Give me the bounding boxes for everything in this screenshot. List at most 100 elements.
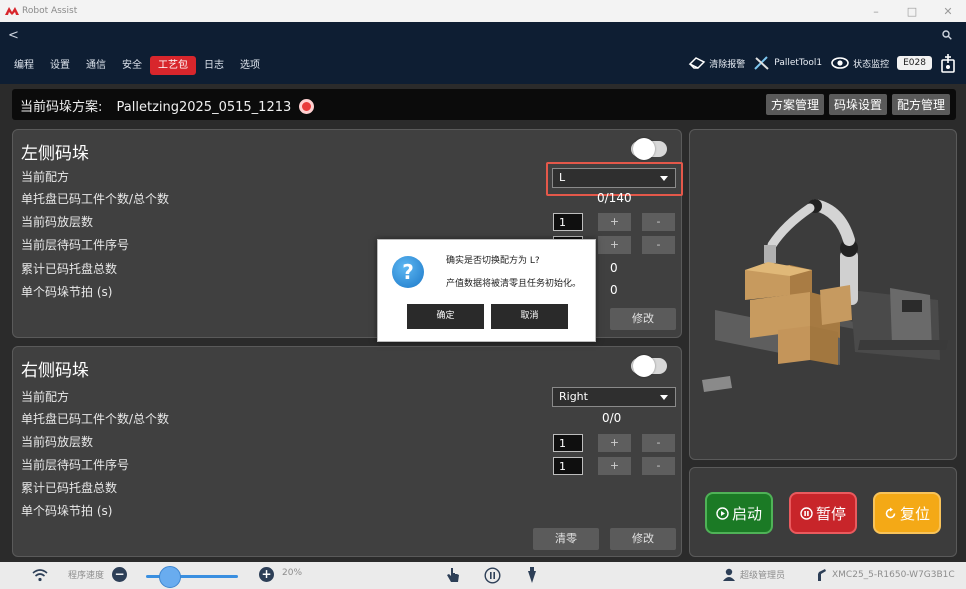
palletizing-settings-button[interactable]: 码垛设置	[828, 94, 887, 115]
right-modify-button[interactable]: 修改	[610, 528, 676, 550]
right-layer-input[interactable]: 1	[553, 434, 583, 452]
close-button[interactable]: ✕	[930, 0, 966, 22]
menu-item-programming[interactable]: 编程	[6, 56, 42, 75]
left-layer-input[interactable]: 1	[553, 213, 583, 231]
left-layer-minus-button[interactable]: -	[642, 213, 675, 231]
pause-label: 暂停	[815, 504, 846, 523]
speed-slider-handle[interactable]	[159, 566, 181, 588]
play-icon	[716, 506, 729, 520]
left-sequence-plus-button[interactable]: +	[598, 236, 631, 254]
nav-right-tools: 清除报警 PalletTool1 状态监控 E028	[688, 53, 956, 73]
current-scheme-label: 当前码垛方案:	[20, 100, 103, 115]
main-nav-bar: < 编程 设置 通信 安全 工艺包 日志 选项 清除报警 PalletTool1…	[0, 22, 966, 84]
switch-recipe-dialog: ? 确实是否切换配方为 L? 产值数据将被清零且任务初始化。 确定 取消	[377, 239, 596, 342]
hand-pointer-icon[interactable]	[446, 567, 460, 584]
right-layer-minus-button[interactable]: -	[642, 434, 675, 452]
back-button[interactable]: <	[8, 28, 19, 43]
title-bar: Robot Assist – □ ✕	[0, 0, 966, 22]
pause-icon	[800, 506, 813, 520]
dialog-cancel-button[interactable]: 取消	[491, 304, 568, 329]
menu-item-options[interactable]: 选项	[232, 56, 268, 75]
tool-label: PalletTool1	[774, 58, 823, 68]
right-recipe-select[interactable]: Right	[552, 387, 676, 407]
left-row-label-total: 累计已码托盘总数	[21, 262, 118, 276]
main-menu: 编程 设置 通信 安全 工艺包 日志 选项	[6, 56, 268, 75]
wifi-icon[interactable]	[32, 568, 48, 582]
status-monitor-label: 状态监控	[853, 59, 890, 70]
user-name: 超级管理员	[740, 571, 786, 581]
app-logo-icon	[5, 7, 19, 15]
right-enable-toggle[interactable]	[631, 355, 667, 377]
right-clear-button[interactable]: 清零	[533, 528, 599, 550]
reset-button[interactable]: 复位	[873, 492, 941, 534]
chevron-down-icon	[660, 176, 668, 181]
reset-icon	[885, 507, 896, 518]
current-scheme-name: Palletzing2025_0515_1213	[116, 100, 292, 115]
maximize-button[interactable]: □	[894, 0, 930, 22]
right-sequence-plus-button[interactable]: +	[598, 457, 631, 475]
current-scheme-bar: 当前码垛方案: Palletzing2025_0515_1213 方案管理 码垛…	[12, 89, 956, 120]
recipe-manage-button[interactable]: 配方管理	[891, 94, 950, 115]
plus-icon: +	[259, 567, 274, 582]
minimize-button[interactable]: –	[858, 0, 894, 22]
clear-alarm-icon	[689, 57, 706, 69]
speed-decrease-button[interactable]: −	[112, 567, 127, 582]
left-count-value: 0/140	[597, 191, 632, 205]
search-icon[interactable]	[942, 30, 952, 40]
right-panel-title: 右侧码垛	[21, 361, 89, 381]
right-row-label-count: 单托盘已码工件个数/总个数	[21, 412, 170, 426]
control-panel: 启动 暂停 复位	[689, 467, 957, 557]
start-label: 启动	[731, 504, 762, 523]
chevron-down-icon	[660, 395, 668, 400]
status-monitor-button[interactable]: 状态监控	[830, 56, 889, 70]
right-layer-plus-button[interactable]: +	[598, 434, 631, 452]
pause-button[interactable]: 暂停	[789, 492, 857, 534]
left-cycle-value: 0	[610, 283, 618, 297]
signal-icon[interactable]	[527, 566, 537, 584]
left-row-label-recipe: 当前配方	[21, 170, 70, 184]
menu-item-safety[interactable]: 安全	[114, 56, 150, 75]
dialog-ok-button[interactable]: 确定	[407, 304, 484, 329]
left-enable-toggle[interactable]	[631, 138, 667, 160]
start-button[interactable]: 启动	[705, 492, 773, 534]
left-modify-button[interactable]: 修改	[610, 308, 676, 330]
scheme-manage-button[interactable]: 方案管理	[765, 94, 824, 115]
speed-increase-button[interactable]: +	[259, 567, 274, 582]
right-row-label-recipe: 当前配方	[21, 390, 70, 404]
left-total-value: 0	[610, 261, 618, 275]
current-scheme-info: 当前码垛方案: Palletzing2025_0515_1213	[20, 96, 315, 115]
question-icon: ?	[392, 256, 424, 288]
right-sequence-input[interactable]: 1	[553, 457, 583, 475]
left-recipe-select[interactable]: L	[552, 168, 676, 188]
robot-preview-panel	[689, 129, 957, 460]
pause-circle-icon[interactable]	[484, 567, 501, 584]
minus-icon: −	[112, 567, 127, 582]
status-bar: 程序速度 − + 20% 超级管理员 XMC25_5-R1650-W7G3B1C	[0, 562, 966, 589]
robot-palletizing-illustration	[702, 199, 948, 392]
menu-item-settings[interactable]: 设置	[42, 56, 78, 75]
tool-icon	[754, 56, 769, 70]
left-sequence-minus-button[interactable]: -	[642, 236, 675, 254]
menu-item-log[interactable]: 日志	[196, 56, 232, 75]
right-recipe-value: Right	[559, 390, 588, 403]
right-row-label-cycle: 单个码垛节拍 (s)	[21, 504, 113, 518]
right-count-value: 0/0	[602, 411, 622, 425]
device-info[interactable]: XMC25_5-R1650-W7G3B1C	[817, 568, 955, 582]
teach-pendant-icon[interactable]	[940, 53, 956, 73]
error-code-badge[interactable]: E028	[897, 56, 932, 70]
user-info[interactable]: 超级管理员	[722, 568, 785, 581]
tool-selector[interactable]: PalletTool1	[753, 55, 822, 71]
user-icon	[723, 568, 735, 581]
right-sequence-minus-button[interactable]: -	[642, 457, 675, 475]
scheme-status-indicator	[299, 99, 315, 114]
left-layer-plus-button[interactable]: +	[598, 213, 631, 231]
right-row-label-layer: 当前码放层数	[21, 435, 94, 449]
menu-item-process-package[interactable]: 工艺包	[150, 56, 196, 75]
dialog-message-line2: 产值数据将被清零且任务初始化。	[446, 279, 582, 289]
left-row-label-sequence: 当前层待码工件序号	[21, 238, 130, 252]
right-row-label-sequence: 当前层待码工件序号	[21, 458, 130, 472]
clear-alarm-button[interactable]: 清除报警	[688, 56, 745, 70]
scheme-buttons: 方案管理 码垛设置 配方管理	[765, 94, 950, 115]
menu-item-communication[interactable]: 通信	[78, 56, 114, 75]
speed-value: 20%	[282, 568, 303, 578]
